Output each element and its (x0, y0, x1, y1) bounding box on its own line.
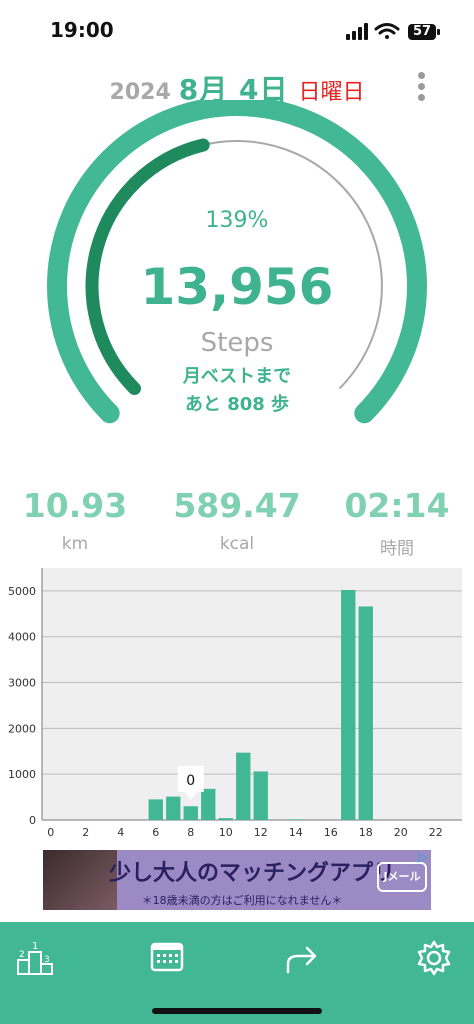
y-tick-label: 3000 (8, 677, 36, 690)
tooltip-value: 0 (186, 773, 195, 789)
bar-hour-6[interactable] (148, 799, 163, 820)
wifi-icon (374, 23, 400, 39)
ranking-icon[interactable]: 1 2 3 (16, 938, 56, 978)
step-count: 13,956 (140, 258, 334, 316)
goal-percent: 139% (205, 208, 269, 233)
chart-plot-area (42, 568, 462, 820)
ad-note: ＊18歳未満の方はご利用になれません＊ (141, 894, 343, 907)
y-tick-label: 1000 (8, 768, 36, 781)
bar-hour-14[interactable] (288, 819, 303, 820)
duration-value: 02:14 (344, 486, 450, 525)
bar-hour-12[interactable] (253, 771, 268, 820)
x-tick-label: 18 (359, 826, 373, 839)
x-tick-label: 14 (289, 826, 303, 839)
ad-logo: Jメール (377, 862, 427, 892)
monthly-best-label: 月ベストまで (182, 366, 292, 387)
svg-text:2: 2 (19, 950, 25, 960)
bar-hour-11[interactable] (236, 752, 251, 820)
y-tick-label: 2000 (8, 722, 36, 735)
calories-value: 589.47 (173, 486, 301, 525)
ad-title: 少し大人のマッチングアプリ (109, 861, 396, 886)
x-tick-label: 20 (394, 826, 408, 839)
home-indicator (152, 1008, 322, 1014)
y-tick-label: 5000 (8, 585, 36, 598)
distance-unit: km (61, 534, 89, 554)
y-tick-label: 4000 (8, 631, 36, 644)
x-tick-label: 4 (117, 826, 124, 839)
more-dot-icon (417, 71, 425, 79)
ad-image (43, 850, 117, 910)
status-icons: 57 (346, 20, 442, 44)
ad-choices-icon[interactable]: ▷ (415, 850, 431, 866)
bar-hour-10[interactable] (218, 818, 233, 820)
monthly-best-remaining: あと 808 歩 (184, 394, 290, 415)
more-dot-icon (417, 82, 425, 90)
hourly-steps-chart[interactable]: 0 1000 2000 3000 4000 5000 0 2 4 6 8 10 12 14 16 18 20 22… (0, 564, 474, 844)
ad-banner[interactable]: 少し大人のマッチングアプリ ＊18歳未満の方はご利用になれません＊ Jメール ▷ (43, 850, 431, 910)
x-tick-label: 12 (254, 826, 268, 839)
status-time: 19:00 (50, 18, 114, 42)
settings-icon[interactable] (414, 938, 454, 978)
share-icon[interactable] (282, 938, 322, 978)
battery-level: 57 (412, 24, 432, 39)
distance-value: 10.93 (22, 486, 128, 525)
bar-hour-17[interactable] (341, 589, 356, 820)
x-tick-label: 10 (219, 826, 233, 839)
x-tick-label: 8 (187, 826, 194, 839)
calories-unit: kcal (219, 534, 255, 554)
step-unit: Steps (200, 328, 274, 358)
bar-hour-8[interactable] (183, 806, 198, 820)
x-tick-label: 16 (324, 826, 338, 839)
cellular-signal-icon (346, 23, 368, 40)
duration-unit: 時間 (380, 539, 414, 559)
x-tick-label: 2 (82, 826, 89, 839)
y-tick-label: 0 (29, 814, 36, 827)
x-tick-label: 0 (47, 826, 54, 839)
x-tick-label: 6 (152, 826, 159, 839)
x-tick-label: 22 (429, 826, 443, 839)
bar-hour-9[interactable] (201, 788, 216, 820)
svg-text:3: 3 (44, 955, 50, 965)
calendar-icon[interactable] (148, 938, 188, 978)
svg-text:1: 1 (32, 941, 38, 952)
bar-hour-7[interactable] (166, 796, 181, 820)
bar-hour-18[interactable] (358, 606, 373, 820)
